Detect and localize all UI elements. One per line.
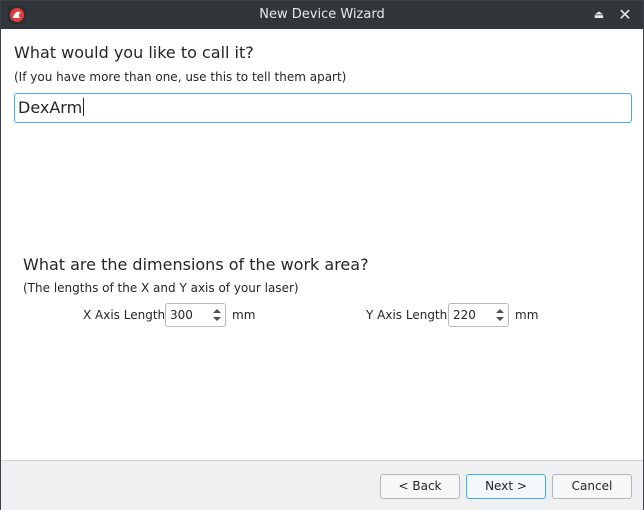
- decrement-arrow-icon[interactable]: [213, 317, 221, 321]
- window-title: New Device Wizard: [259, 7, 385, 22]
- x-axis-unit: mm: [232, 308, 256, 322]
- increment-arrow-icon[interactable]: [496, 309, 504, 313]
- x-axis-stepper[interactable]: [210, 304, 225, 326]
- y-axis-stepper[interactable]: [493, 304, 508, 326]
- x-axis-spinbox[interactable]: 300: [165, 303, 226, 327]
- wizard-window: New Device Wizard ⏏ ✕ What would you lik…: [0, 0, 644, 510]
- device-name-value: DexArm: [18, 98, 83, 117]
- keep-above-icon[interactable]: ⏏: [589, 5, 609, 25]
- device-name-input[interactable]: DexArm: [14, 93, 632, 123]
- button-bar: < Back Next > Cancel: [1, 460, 643, 510]
- y-axis-value: 220: [453, 308, 476, 322]
- text-caret: [83, 98, 85, 116]
- dimensions-heading: What are the dimensions of the work area…: [23, 255, 369, 274]
- cancel-button[interactable]: Cancel: [552, 474, 632, 499]
- y-axis-spinbox[interactable]: 220: [448, 303, 509, 327]
- wizard-page: What would you like to call it? (If you …: [1, 29, 643, 460]
- decrement-arrow-icon[interactable]: [496, 317, 504, 321]
- y-axis-label: Y Axis Length: [366, 308, 448, 322]
- close-icon[interactable]: ✕: [615, 5, 635, 25]
- dimensions-subheading: (The lengths of the X and Y axis of your…: [23, 281, 299, 295]
- x-axis-value: 300: [170, 308, 193, 322]
- name-heading: What would you like to call it?: [14, 43, 254, 62]
- name-subheading: (If you have more than one, use this to …: [14, 70, 347, 84]
- title-bar[interactable]: New Device Wizard ⏏ ✕: [1, 1, 643, 29]
- back-button[interactable]: < Back: [380, 474, 460, 499]
- x-axis-label: X Axis Length: [83, 308, 166, 322]
- y-axis-unit: mm: [515, 308, 539, 322]
- increment-arrow-icon[interactable]: [213, 309, 221, 313]
- next-button[interactable]: Next >: [466, 474, 546, 499]
